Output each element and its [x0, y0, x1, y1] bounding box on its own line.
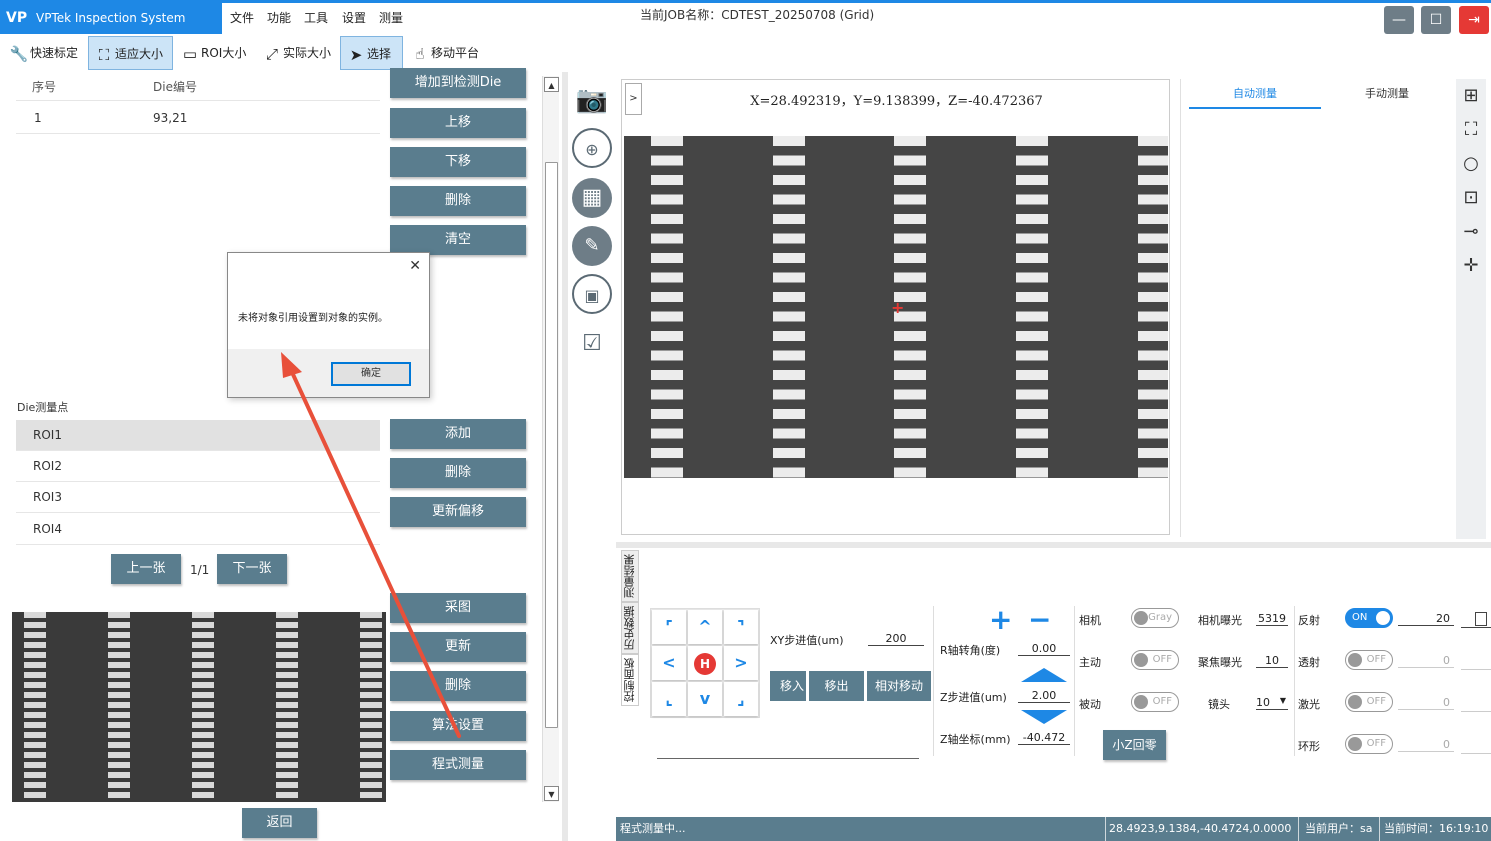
arrow-shaft — [289, 368, 461, 738]
arrow-head — [281, 352, 302, 378]
annotation-arrow — [281, 352, 461, 738]
